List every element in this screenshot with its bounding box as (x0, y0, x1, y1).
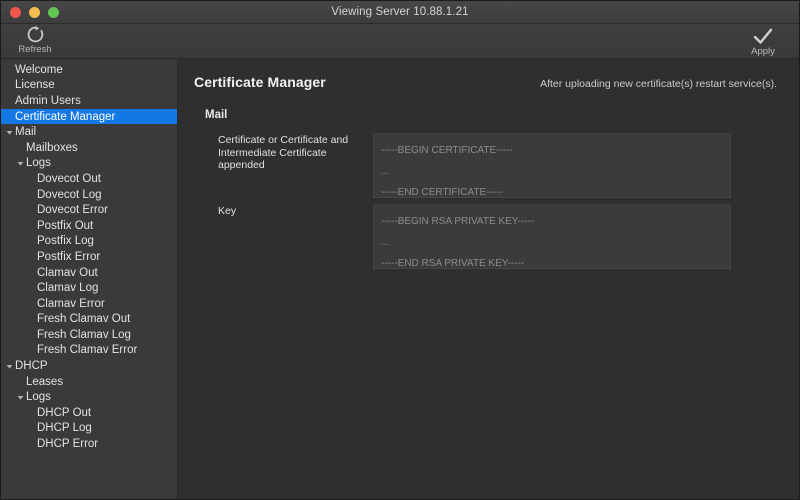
sidebar-item-label: Mailboxes (26, 141, 78, 154)
sidebar-item-label: Leases (26, 375, 64, 388)
sidebar-item-postfix-log[interactable]: Postfix Log (1, 234, 177, 250)
sidebar-item-label: Logs (26, 391, 51, 404)
certificate-form: Certificate or Certificate and Intermedi… (178, 121, 799, 269)
sidebar-item-clamav-error[interactable]: Clamav Error (1, 296, 177, 312)
sidebar-item-label: Mail (15, 126, 37, 139)
sidebar-item-fresh-clamav-out[interactable]: Fresh Clamav Out (1, 312, 177, 328)
content-header: Certificate Manager After uploading new … (178, 59, 799, 90)
sidebar-item-mail[interactable]: Mail (1, 124, 177, 140)
sidebar-item-dovecot-error[interactable]: Dovecot Error (1, 202, 177, 218)
sidebar-item-dhcp-error[interactable]: DHCP Error (1, 436, 177, 452)
window-body: Welcome License Admin Users Certificate Man… (1, 59, 799, 499)
sidebar-item-label: DHCP Out (37, 406, 92, 419)
sidebar-item-certificate-manager[interactable]: Certificate Manager (1, 108, 177, 125)
sidebar-item-mailboxes[interactable]: Mailboxes (1, 140, 177, 156)
field-label-key: Key (218, 205, 237, 217)
sidebar-item-dhcp[interactable]: DHCP (1, 358, 177, 374)
minimize-button[interactable] (29, 6, 40, 18)
sidebar-item-dovecot-out[interactable]: Dovecot Out (1, 171, 177, 187)
main-content-panel: Certificate Manager After uploading new … (178, 59, 799, 499)
sidebar-item-label: DHCP Log (37, 422, 92, 435)
disclosure-triangle-down-icon[interactable] (15, 394, 26, 401)
window-controls (1, 6, 59, 18)
field-row: Certificate or Certificate and Intermedi… (178, 133, 799, 198)
sidebar-item-label: Dovecot Log (37, 188, 102, 201)
sidebar-navigation-tree[interactable]: Welcome License Admin Users Certificate Man… (1, 59, 178, 499)
zoom-button[interactable] (48, 6, 59, 18)
window-title: Viewing Server 10.88.1.21 (331, 6, 469, 18)
disclosure-triangle-down-icon[interactable] (4, 363, 15, 370)
field-label-certificate-or-certificate-and-intermedi: Certificate or Certificate and Intermedi… (218, 134, 349, 171)
sidebar-item-dhcp-log[interactable]: DHCP Log (1, 421, 177, 437)
key-textarea[interactable] (373, 204, 731, 269)
sidebar-item-label: Postfix Log (37, 235, 94, 248)
sidebar-item-label: DHCP Error (37, 438, 99, 451)
restart-services-note: After uploading new certificate(s) resta… (540, 78, 777, 90)
sidebar-item-label: License (15, 79, 55, 92)
sidebar-item-clamav-log[interactable]: Clamav Log (1, 280, 177, 296)
field-row: Key (178, 204, 799, 269)
sidebar-item-dovecot-log[interactable]: Dovecot Log (1, 187, 177, 203)
sidebar-item-dhcp-out[interactable]: DHCP Out (1, 405, 177, 421)
title-bar: Viewing Server 10.88.1.21 (1, 1, 799, 24)
sidebar-item-label: Logs (26, 157, 51, 170)
toolbar: Refresh Apply (1, 24, 799, 59)
sidebar-item-label: Postfix Error (37, 250, 101, 263)
sidebar-item-logs[interactable]: Logs (1, 389, 177, 405)
sidebar-item-label: Fresh Clamav Log (37, 328, 131, 341)
sidebar-item-label: Fresh Clamav Out (37, 313, 131, 326)
close-button[interactable] (10, 6, 21, 18)
certificate-textarea[interactable] (373, 133, 731, 198)
sidebar-item-label: Welcome (15, 63, 63, 76)
sidebar-item-leases[interactable]: Leases (1, 374, 177, 390)
section-title-mail: Mail (205, 109, 228, 121)
refresh-circular-arrow-icon (26, 25, 45, 44)
checkmark-icon (753, 25, 773, 46)
sidebar-item-label: DHCP (15, 360, 48, 373)
sidebar-item-label: Clamav Error (37, 297, 105, 310)
sidebar-item-label: Dovecot Out (37, 172, 101, 185)
sidebar-item-logs[interactable]: Logs (1, 156, 177, 172)
sidebar-item-label: Clamav Out (37, 266, 98, 279)
refresh-button[interactable]: Refresh (1, 24, 63, 55)
sidebar-item-fresh-clamav-error[interactable]: Fresh Clamav Error (1, 343, 177, 359)
sidebar-item-welcome[interactable]: Welcome (1, 62, 177, 78)
disclosure-triangle-down-icon[interactable] (15, 160, 26, 167)
apply-button[interactable]: Apply (735, 24, 799, 57)
sidebar-item-label: Admin Users (15, 94, 81, 107)
sidebar-item-postfix-error[interactable]: Postfix Error (1, 249, 177, 265)
sidebar-item-label: Dovecot Error (37, 204, 108, 217)
sidebar-item-license[interactable]: License (1, 78, 177, 94)
app-window: Viewing Server 10.88.1.21 Refresh Apply (0, 0, 800, 500)
disclosure-triangle-down-icon[interactable] (4, 129, 15, 136)
sidebar-item-clamav-out[interactable]: Clamav Out (1, 265, 177, 281)
page-title: Certificate Manager (194, 74, 326, 90)
sidebar-item-label: Certificate Manager (15, 110, 116, 123)
refresh-label: Refresh (18, 44, 52, 55)
apply-label: Apply (751, 46, 775, 57)
sidebar-item-postfix-out[interactable]: Postfix Out (1, 218, 177, 234)
sidebar-item-fresh-clamav-log[interactable]: Fresh Clamav Log (1, 327, 177, 343)
sidebar-item-label: Fresh Clamav Error (37, 344, 138, 357)
sidebar-item-label: Postfix Out (37, 219, 94, 232)
sidebar-item-admin-users[interactable]: Admin Users (1, 93, 177, 109)
sidebar-item-label: Clamav Log (37, 282, 99, 295)
